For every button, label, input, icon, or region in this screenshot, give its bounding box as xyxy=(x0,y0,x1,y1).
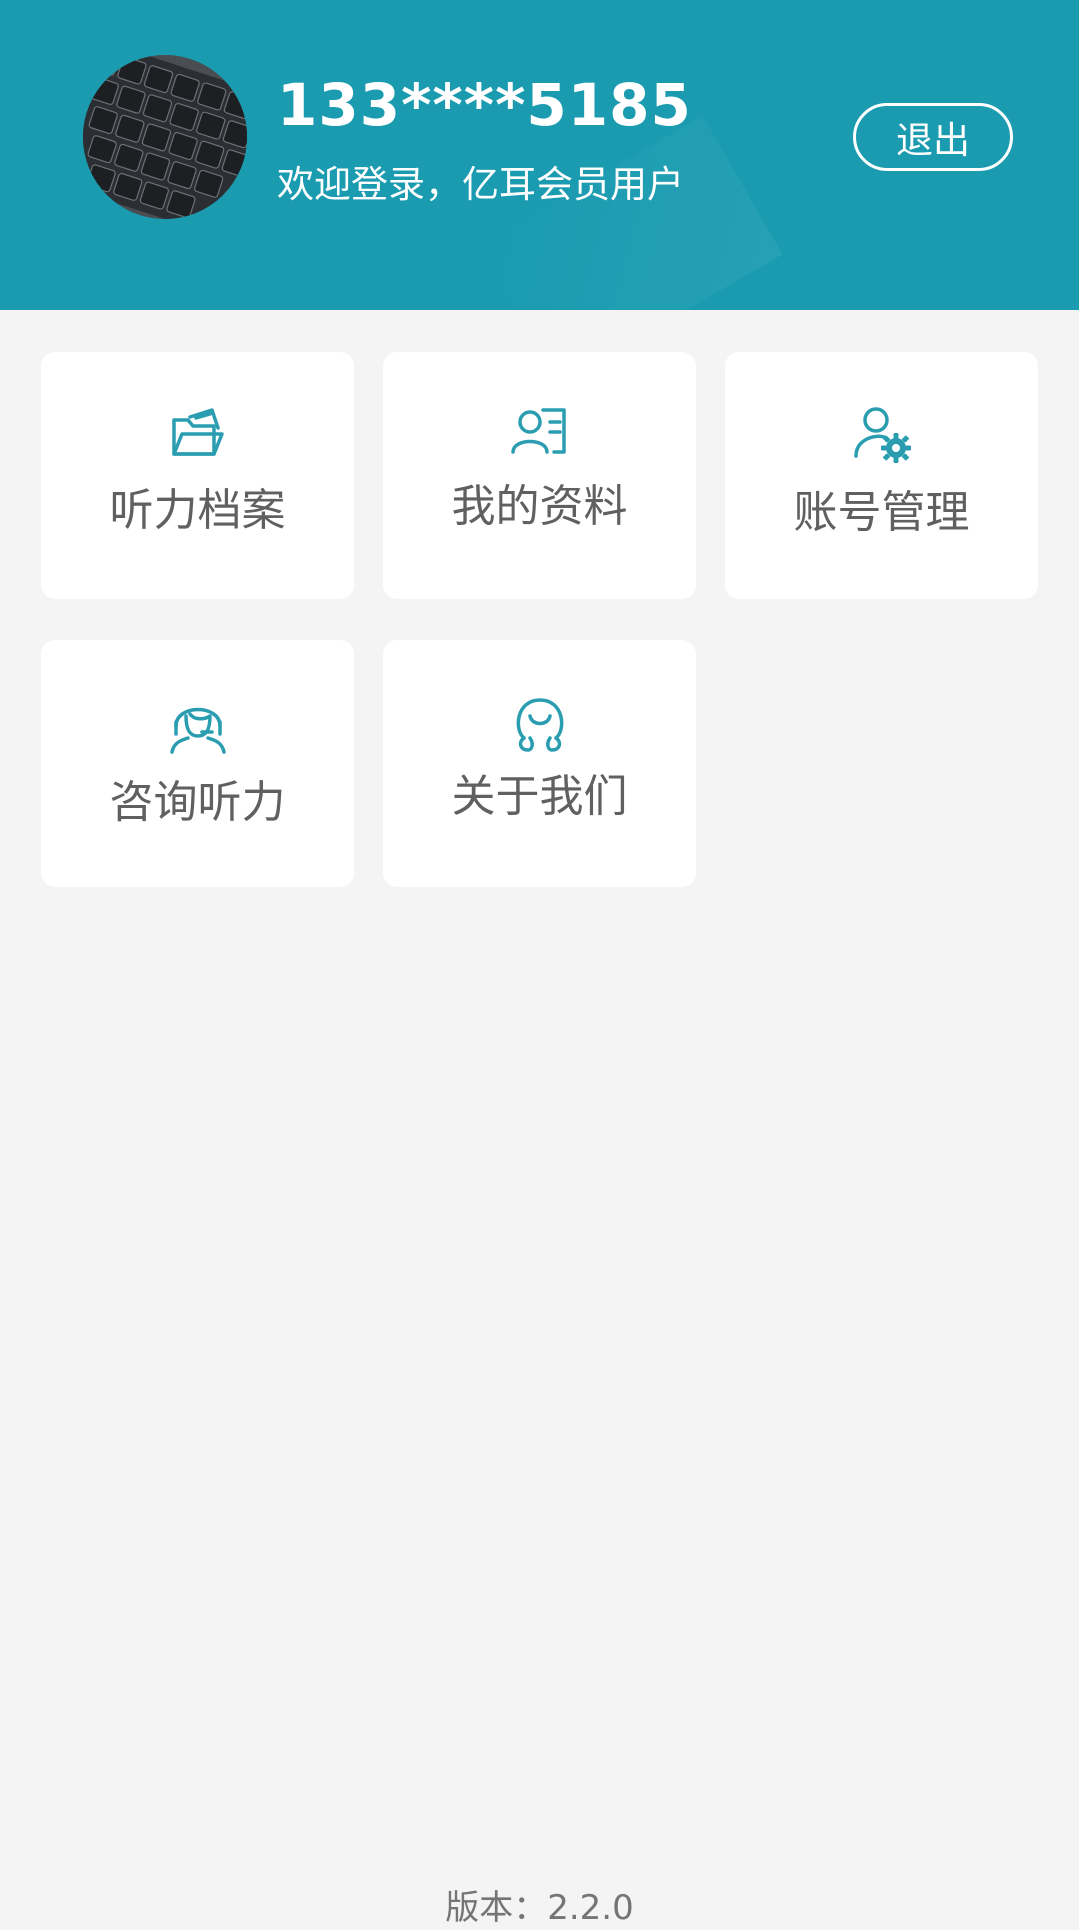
profile-header: 133****5185 欢迎登录，亿耳会员用户 退出 xyxy=(0,0,1079,310)
menu-item-hearing-consult[interactable]: 咨询听力 xyxy=(41,640,354,887)
avatar[interactable] xyxy=(83,55,247,219)
smile-face-icon xyxy=(516,698,563,752)
menu-item-label: 听力档案 xyxy=(109,485,286,536)
keyboard-photo xyxy=(83,55,247,219)
user-phone: 133****5185 xyxy=(277,71,692,139)
menu-item-about-us[interactable]: 关于我们 xyxy=(383,640,696,887)
menu-item-label: 我的资料 xyxy=(451,481,628,532)
logout-button[interactable]: 退出 xyxy=(853,103,1013,171)
menu-item-label: 账号管理 xyxy=(793,487,970,538)
user-settings-icon xyxy=(853,407,911,463)
profile-card-icon xyxy=(510,408,566,454)
folder-icon xyxy=(171,408,224,456)
headset-agent-icon xyxy=(169,707,226,754)
menu-item-hearing-records[interactable]: 听力档案 xyxy=(41,352,354,599)
menu-item-label: 咨询听力 xyxy=(109,777,286,828)
menu-item-my-profile[interactable]: 我的资料 xyxy=(383,352,696,599)
welcome-text: 欢迎登录，亿耳会员用户 xyxy=(277,163,684,206)
menu-item-account-management[interactable]: 账号管理 xyxy=(725,352,1038,599)
app-version: 版本：2.2.0 xyxy=(445,1888,634,1928)
menu-item-label: 关于我们 xyxy=(451,771,628,822)
